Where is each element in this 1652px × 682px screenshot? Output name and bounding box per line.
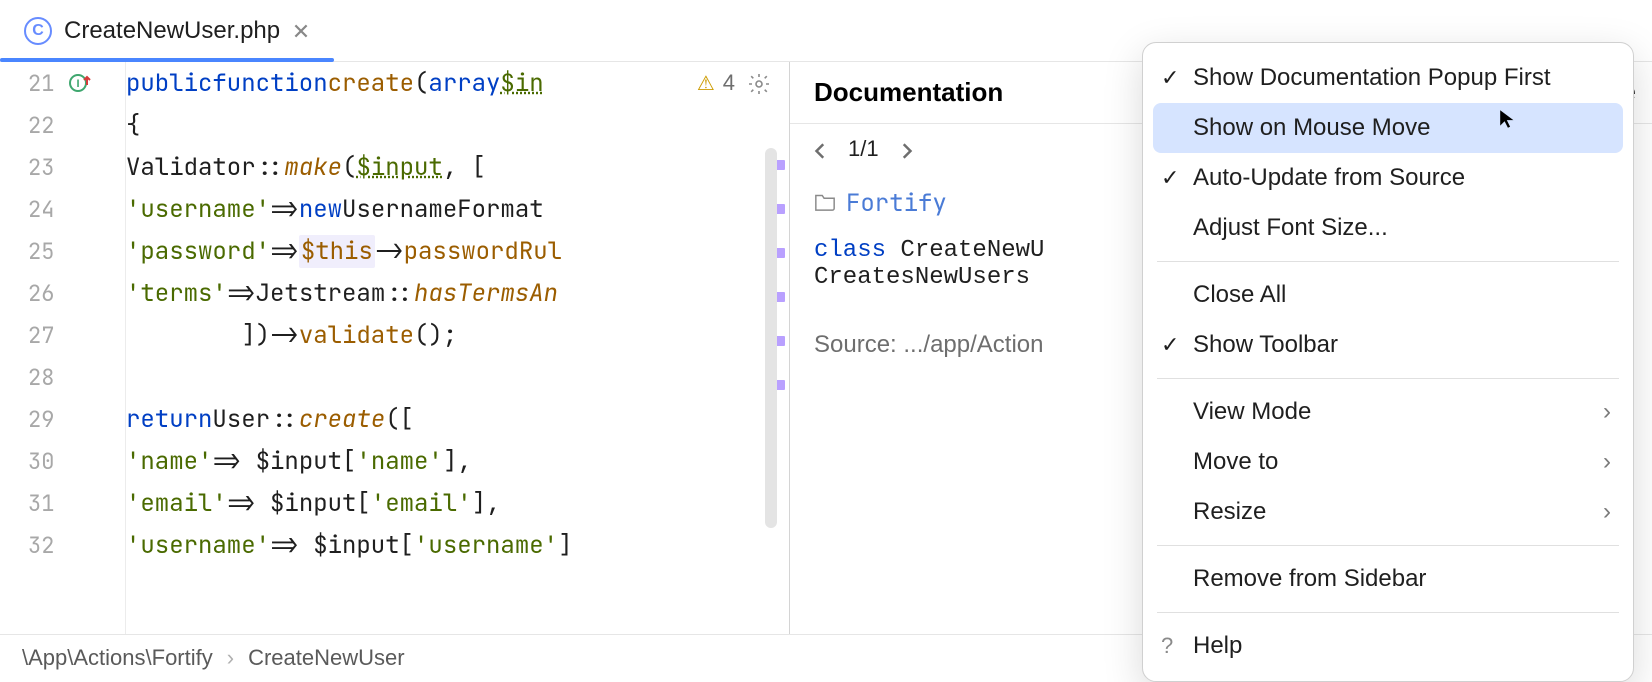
editor-gutter: 21 I 22 23 24 25 26 27 28 29 30 31 32 [0, 62, 126, 634]
nav-forward-button[interactable] [897, 140, 915, 158]
editor-scrollbar[interactable] [765, 148, 777, 528]
help-icon: ? [1161, 633, 1173, 659]
menu-separator [1157, 612, 1619, 613]
line-number: 26 [28, 279, 54, 308]
warning-icon: ⚠︎ [697, 71, 715, 96]
doc-source-label: Source: [814, 331, 897, 358]
menu-resize[interactable]: Resize › [1143, 487, 1633, 537]
breadcrumb-path[interactable]: \App\Actions\Fortify [22, 645, 213, 671]
menu-separator [1157, 261, 1619, 262]
menu-show-doc-popup-first[interactable]: ✓ Show Documentation Popup First [1143, 53, 1633, 103]
implements-gutter-icon[interactable]: I [68, 71, 92, 95]
doc-nav-position: 1/1 [848, 136, 879, 162]
nav-back-button[interactable] [812, 140, 830, 158]
line-number: 23 [28, 153, 54, 182]
checkmark-icon: ✓ [1161, 165, 1179, 191]
checkmark-icon: ✓ [1161, 332, 1179, 358]
documentation-title: Documentation [814, 77, 1003, 108]
line-number: 22 [28, 111, 54, 140]
chevron-right-icon: › [227, 645, 234, 671]
inspection-warnings[interactable]: ⚠︎ 4 [697, 70, 735, 96]
line-number: 28 [28, 363, 54, 392]
line-number: 27 [28, 321, 54, 350]
chevron-right-icon: › [1603, 498, 1611, 526]
line-number: 24 [28, 195, 54, 224]
line-number: 30 [28, 447, 54, 476]
line-number: 21 [28, 69, 54, 98]
menu-close-all[interactable]: Close All [1143, 270, 1633, 320]
documentation-context-menu: ✓ Show Documentation Popup First Show on… [1142, 42, 1634, 682]
warning-count: 4 [723, 70, 735, 96]
menu-separator [1157, 545, 1619, 546]
menu-show-on-mouse-move[interactable]: Show on Mouse Move [1153, 103, 1623, 153]
chevron-right-icon: › [1603, 448, 1611, 476]
menu-auto-update-from-source[interactable]: ✓ Auto-Update from Source [1143, 153, 1633, 203]
chevron-right-icon: › [1603, 398, 1611, 426]
doc-source-path: .../app/Action [903, 331, 1043, 358]
breadcrumb-current[interactable]: CreateNewUser [248, 645, 405, 671]
menu-show-toolbar[interactable]: ✓ Show Toolbar [1143, 320, 1633, 370]
editor-tab-active[interactable]: C CreateNewUser.php [0, 0, 334, 61]
svg-text:I: I [77, 78, 80, 90]
line-number: 29 [28, 405, 54, 434]
gear-icon[interactable] [747, 72, 771, 96]
code-content[interactable]: public function create(array $in { Valid… [126, 62, 789, 634]
doc-namespace-link[interactable]: Fortify [846, 188, 947, 219]
menu-remove-from-sidebar[interactable]: Remove from Sidebar [1143, 554, 1633, 604]
cursor-icon [1498, 108, 1520, 130]
menu-help[interactable]: ? Help [1143, 621, 1633, 671]
tab-filename: CreateNewUser.php [64, 17, 280, 45]
menu-move-to[interactable]: Move to › [1143, 437, 1633, 487]
menu-view-mode[interactable]: View Mode › [1143, 387, 1633, 437]
class-file-icon: C [24, 17, 52, 45]
code-editor[interactable]: 21 I 22 23 24 25 26 27 28 29 30 31 32 pu… [0, 62, 790, 634]
checkmark-icon: ✓ [1161, 65, 1179, 91]
line-number: 32 [28, 531, 54, 560]
close-icon[interactable] [292, 22, 310, 40]
menu-adjust-font-size[interactable]: Adjust Font Size... [1143, 203, 1633, 253]
folder-icon [814, 190, 836, 218]
line-number: 31 [28, 489, 54, 518]
menu-separator [1157, 378, 1619, 379]
line-number: 25 [28, 237, 54, 266]
